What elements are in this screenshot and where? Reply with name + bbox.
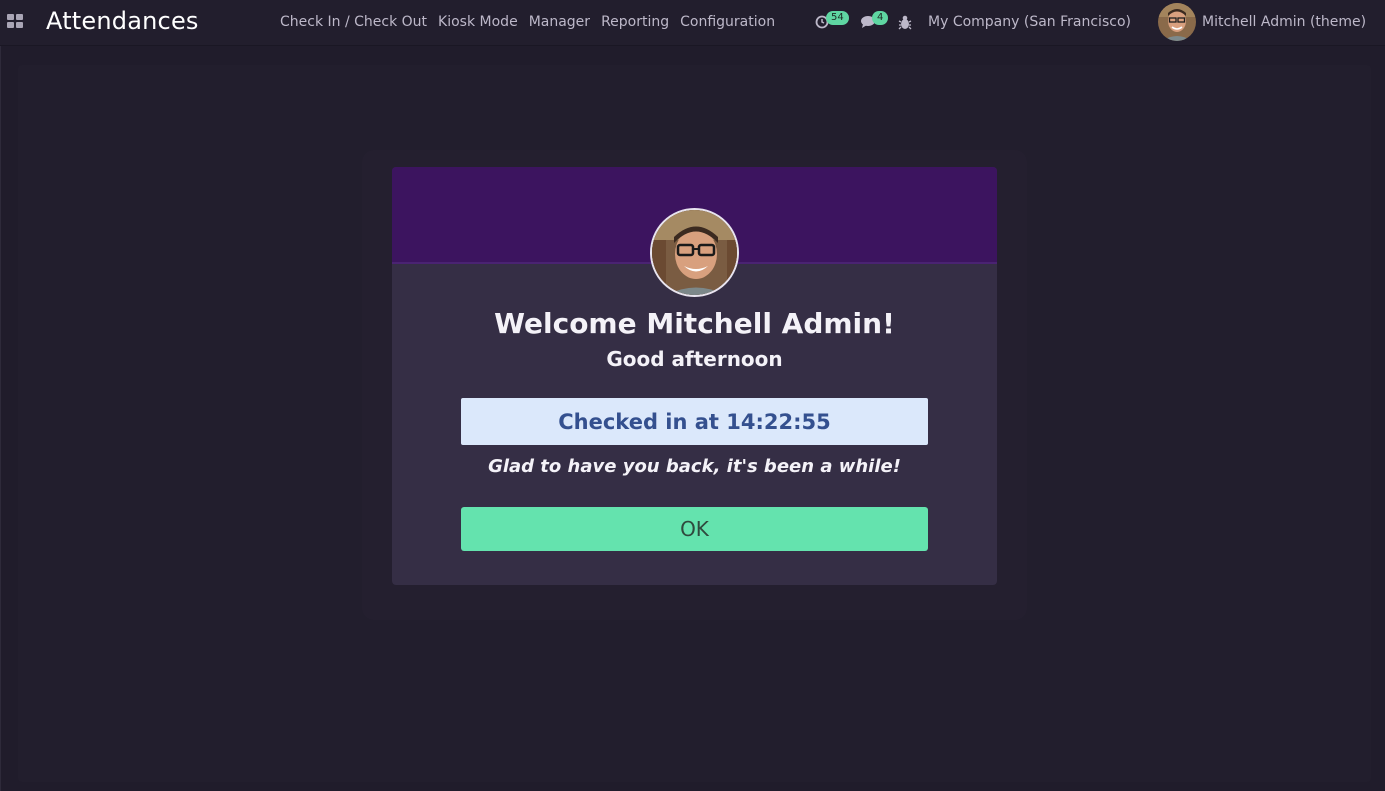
welcome-back-message: Glad to have you back, it's been a while… bbox=[488, 456, 901, 477]
messages-count-badge: 4 bbox=[872, 11, 889, 25]
checked-in-status: Checked in at 14:22:55 bbox=[461, 398, 928, 445]
company-switcher[interactable]: My Company (San Francisco) bbox=[928, 14, 1131, 30]
menu-check-in-out[interactable]: Check In / Check Out bbox=[280, 14, 427, 30]
welcome-heading: Welcome Mitchell Admin! bbox=[494, 307, 895, 340]
greeting-subheading: Good afternoon bbox=[606, 347, 783, 371]
top-navbar: Attendances Check In / Check Out Kiosk M… bbox=[0, 0, 1385, 46]
activity-count-badge: 54 bbox=[826, 11, 849, 25]
menu-kiosk-mode[interactable]: Kiosk Mode bbox=[438, 14, 518, 30]
employee-avatar bbox=[650, 208, 739, 297]
apps-menu-icon[interactable] bbox=[7, 14, 23, 28]
app-title[interactable]: Attendances bbox=[46, 7, 199, 35]
menu-manager[interactable]: Manager bbox=[529, 14, 590, 30]
user-avatar[interactable] bbox=[1158, 3, 1196, 41]
debug-bug-icon[interactable] bbox=[898, 14, 912, 34]
ok-button[interactable]: OK bbox=[461, 507, 928, 551]
main-menu: Check In / Check Out Kiosk Mode Manager … bbox=[280, 14, 786, 30]
menu-reporting[interactable]: Reporting bbox=[601, 14, 669, 30]
user-menu[interactable]: Mitchell Admin (theme) bbox=[1202, 14, 1366, 30]
menu-configuration[interactable]: Configuration bbox=[680, 14, 775, 30]
page-left-border bbox=[0, 46, 1, 791]
checked-in-text: Checked in at 14:22:55 bbox=[558, 409, 831, 434]
greeting-dialog: Welcome Mitchell Admin! Good afternoon C… bbox=[392, 167, 997, 585]
